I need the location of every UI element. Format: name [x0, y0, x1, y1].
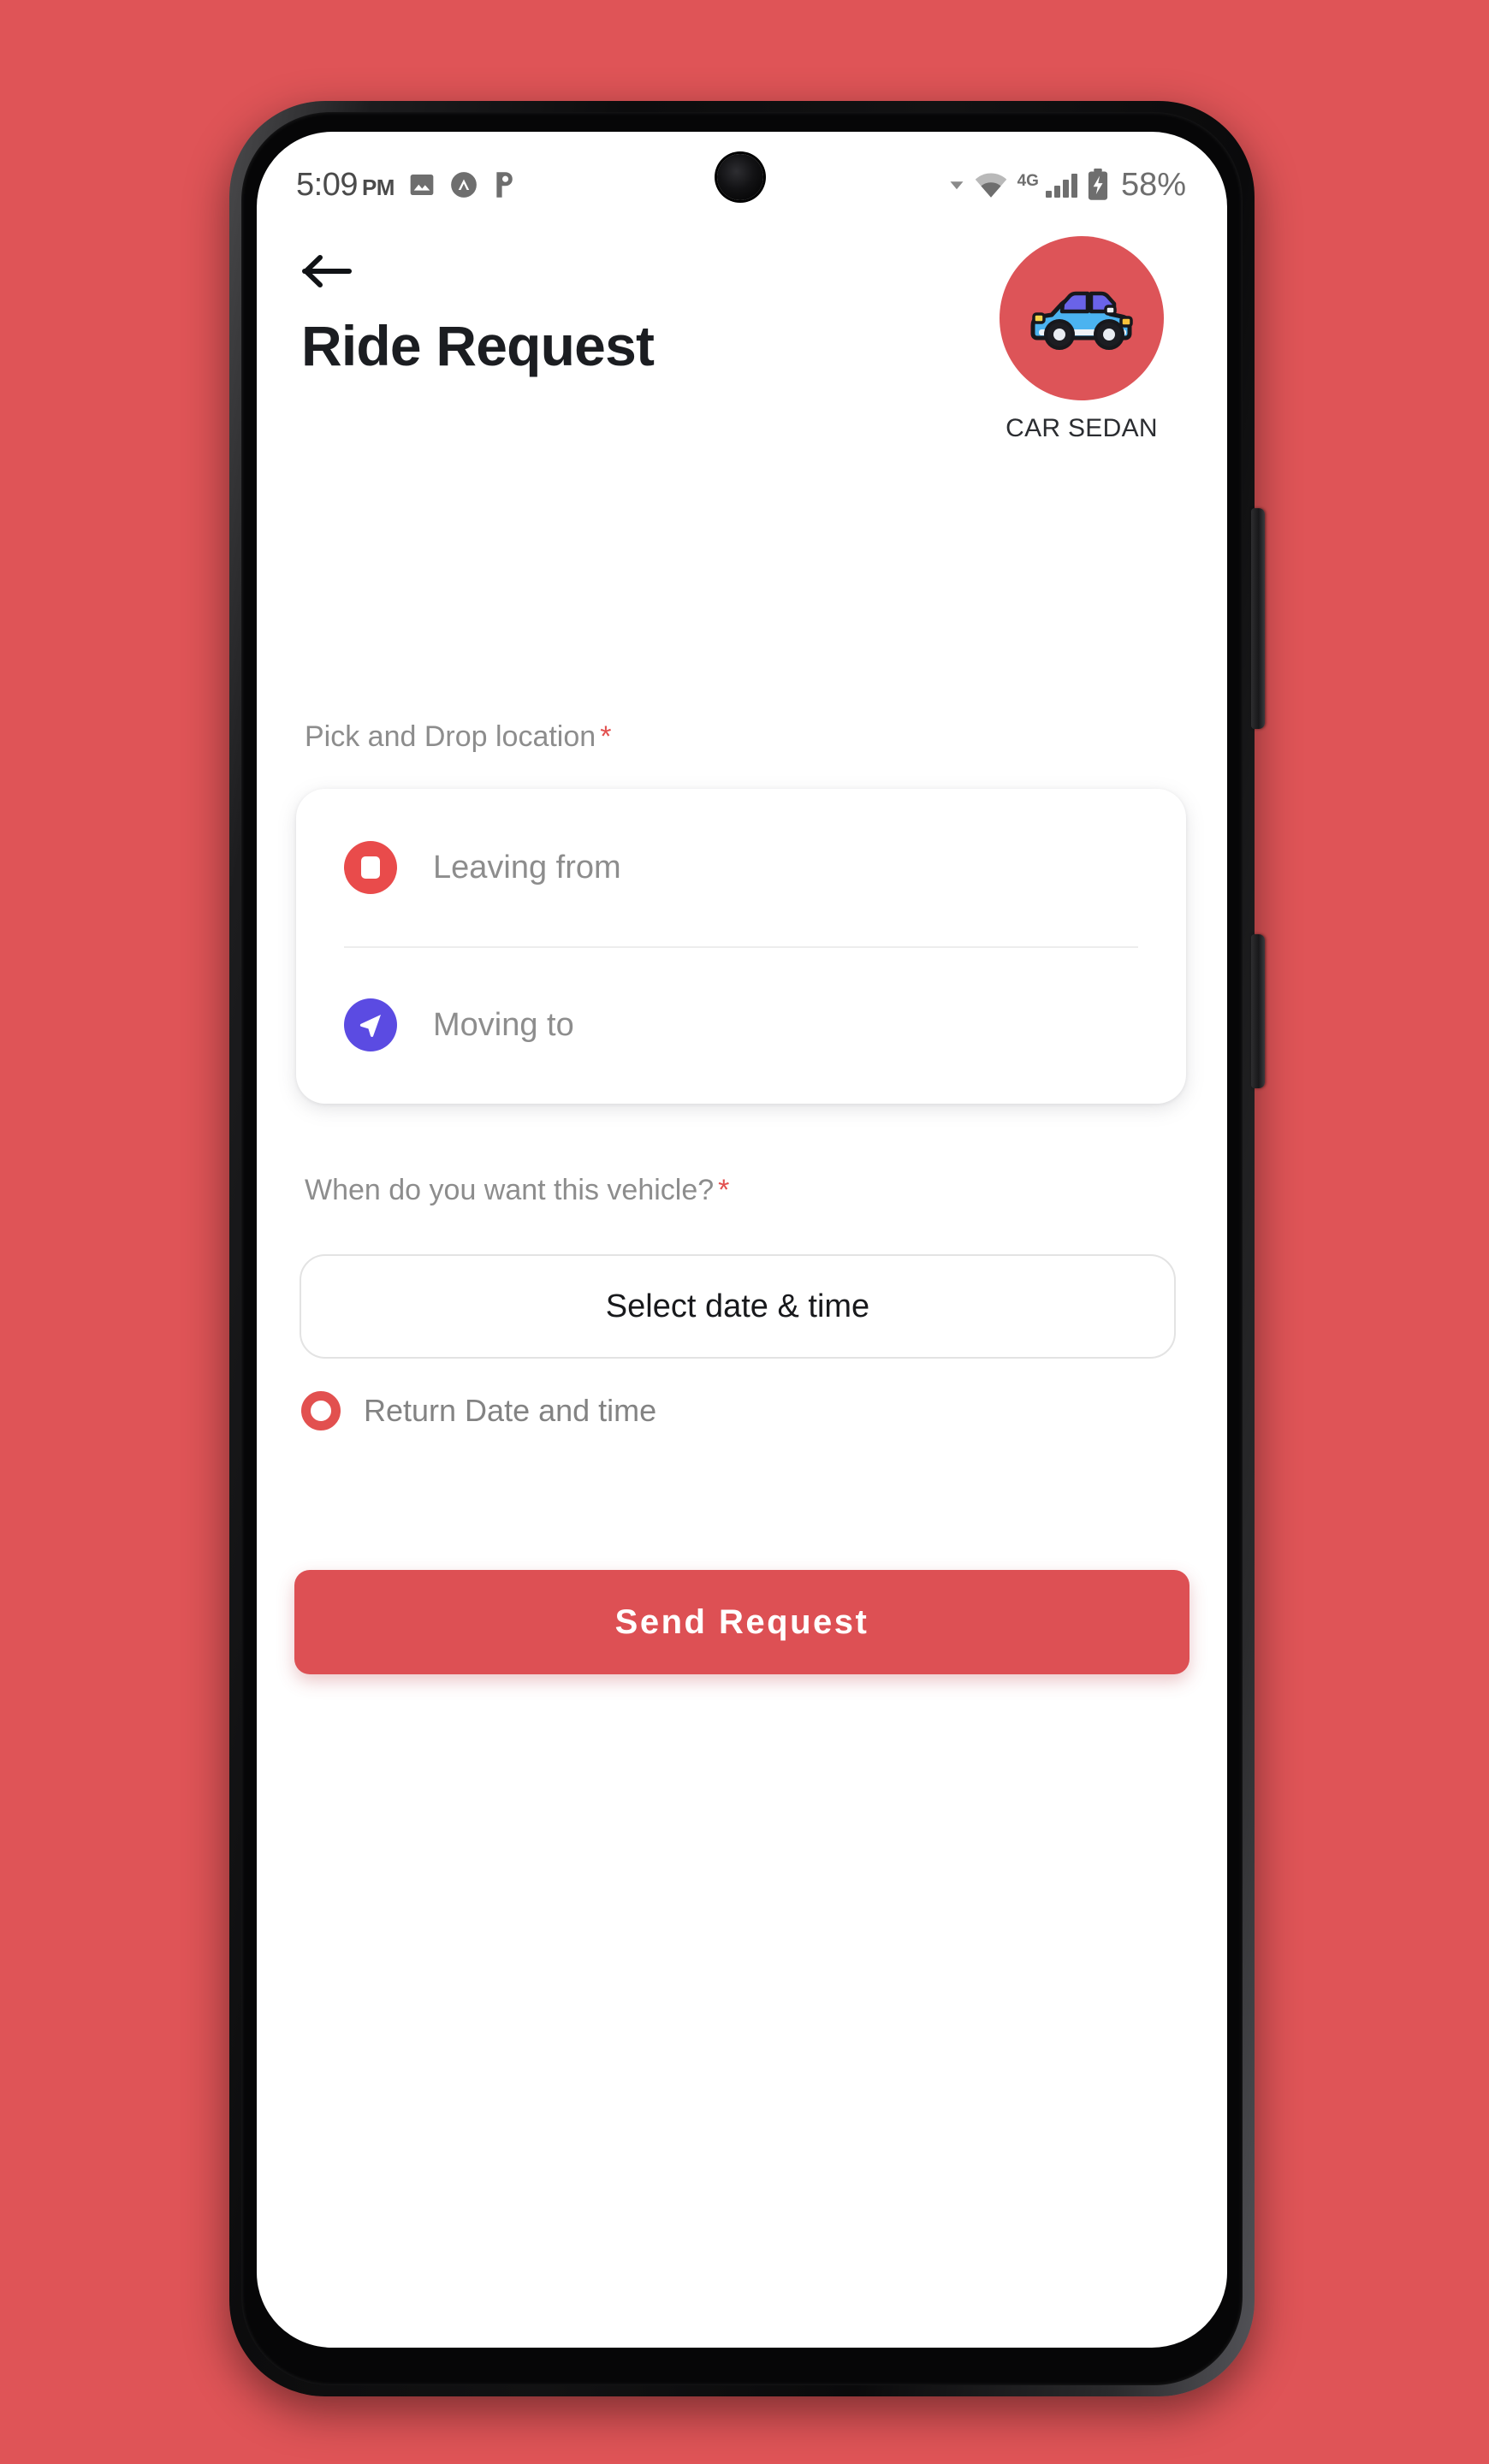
dropdown-caret-icon	[949, 177, 964, 192]
vehicle-type-badge[interactable]: CAR SEDAN	[989, 236, 1174, 443]
status-bar-left: 5:09 PM	[296, 167, 518, 204]
front-camera-punch-hole	[717, 154, 763, 200]
leaving-from-field[interactable]: Leaving from	[296, 789, 1186, 946]
battery-percent-label: 58%	[1120, 166, 1186, 203]
signal-bars-icon	[1045, 172, 1077, 198]
schedule-label-text: When do you want this vehicle?	[305, 1174, 715, 1206]
pick-drop-label-text: Pick and Drop location	[305, 720, 596, 753]
status-bar-time-value: 5:09	[296, 166, 358, 203]
network-type-label: 4G	[1017, 171, 1039, 190]
status-bar-right: 4G 58%	[949, 167, 1186, 204]
wifi-icon	[974, 171, 1008, 198]
phone-screen: 5:09 PM 4G 58% Ride Request CAR SEDAN Pi…	[257, 132, 1227, 2348]
leaving-from-placeholder: Leaving from	[433, 849, 621, 886]
image-icon	[408, 171, 436, 198]
pick-drop-required-marker: *	[600, 720, 612, 753]
schedule-required-marker: *	[718, 1174, 730, 1206]
back-arrow-icon[interactable]	[301, 248, 354, 294]
return-date-time-toggle[interactable]: Return Date and time	[301, 1391, 656, 1430]
return-date-time-label: Return Date and time	[364, 1393, 657, 1428]
page-title: Ride Request	[301, 314, 655, 377]
vehicle-type-label: CAR SEDAN	[1006, 414, 1158, 442]
status-bar-clock: 5:09 PM	[296, 167, 394, 204]
radio-unchecked-icon	[301, 1391, 341, 1430]
schedule-section-label: When do you want this vehicle? *	[305, 1174, 729, 1207]
pick-drop-card: Leaving from Moving to	[296, 789, 1186, 1104]
moving-to-field[interactable]: Moving to	[296, 946, 1186, 1104]
send-request-label: Send Request	[614, 1602, 869, 1641]
vehicle-avatar	[1000, 236, 1164, 400]
moving-to-placeholder: Moving to	[433, 1006, 574, 1043]
nova-launcher-icon	[449, 170, 478, 199]
send-request-button[interactable]: Send Request	[294, 1570, 1189, 1674]
status-bar-ampm: PM	[361, 174, 395, 200]
navigation-arrow-icon	[344, 998, 397, 1051]
select-date-time-label: Select date & time	[605, 1288, 870, 1324]
pick-drop-section-label: Pick and Drop location *	[305, 720, 611, 754]
select-date-time-button[interactable]: Select date & time	[300, 1254, 1176, 1359]
car-sedan-icon	[1024, 281, 1139, 355]
parking-p-icon	[492, 170, 518, 199]
stop-square-icon	[344, 841, 397, 894]
volume-rocker-button[interactable]	[1251, 508, 1265, 729]
battery-charging-icon	[1087, 169, 1109, 201]
power-button[interactable]	[1251, 934, 1265, 1088]
